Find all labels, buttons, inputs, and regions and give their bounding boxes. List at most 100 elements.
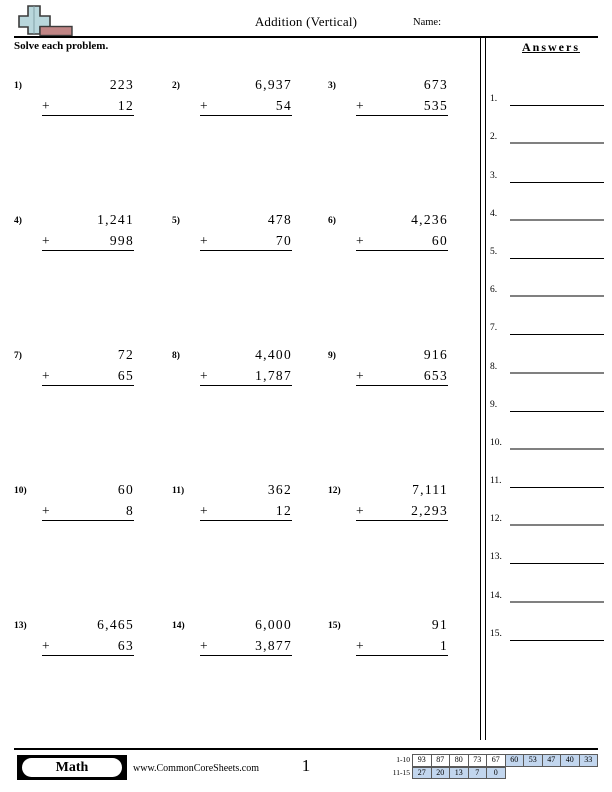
second-addend: 8 [125, 503, 134, 518]
second-addend: 60 [431, 233, 448, 248]
score-cell-empty [523, 767, 543, 780]
plus-operator: + [356, 98, 365, 113]
plus-operator: + [200, 233, 209, 248]
score-cell-empty [542, 767, 562, 780]
vertical-sum: 60 +8 [42, 479, 134, 521]
problem-number: 14) [172, 621, 185, 631]
vertical-sum: 478 +70 [200, 209, 292, 251]
second-addend-row: +3,877 [200, 635, 292, 656]
second-addend-row: +998 [42, 230, 134, 251]
answer-item: 2. [490, 106, 608, 145]
vertical-sum: 7,111 +2,293 [356, 479, 448, 521]
vertical-sum: 6,465 +63 [42, 614, 134, 656]
problem-4: 4) 1,241 +998 [14, 209, 164, 269]
first-addend: 916 [423, 347, 448, 362]
second-addend: 1,787 [255, 368, 292, 383]
score-row: 11-15 27 20 13 7 0 [387, 766, 598, 780]
first-addend: 673 [423, 77, 448, 92]
score-cell: 7 [467, 766, 487, 779]
second-addend: 998 [109, 233, 134, 248]
plus-operator: + [356, 503, 365, 518]
answer-item: 9. [490, 374, 608, 412]
answer-blank-line[interactable] [510, 639, 604, 641]
answers-heading: Answers [522, 40, 580, 54]
answer-item: 14. [490, 564, 608, 603]
second-addend: 63 [117, 638, 134, 653]
answer-item: 11. [490, 450, 608, 489]
problem-number: 3) [328, 81, 336, 91]
answer-number: 9. [490, 399, 498, 410]
vertical-sum: 91 +1 [356, 614, 448, 656]
answers-divider-line-outer [480, 38, 481, 740]
instruction-text: Solve each problem. [14, 40, 109, 52]
answer-number: 15. [490, 628, 502, 639]
problem-number: 8) [172, 351, 180, 361]
score-cell: 20 [430, 766, 450, 779]
score-cell: 0 [486, 766, 506, 779]
second-addend-row: +2,293 [356, 500, 448, 521]
answer-item: 10. [490, 412, 608, 450]
answer-number: 11. [490, 476, 502, 487]
vertical-sum: 673 +535 [356, 74, 448, 116]
score-range-label: 11-15 [392, 767, 410, 777]
second-addend-row: +12 [42, 95, 134, 116]
second-addend: 3,877 [255, 638, 292, 653]
vertical-sum: 72 +65 [42, 344, 134, 386]
first-addend: 91 [431, 617, 448, 632]
answer-item: 4. [490, 183, 608, 221]
problem-2: 2) 6,937 +54 [172, 74, 322, 134]
first-addend: 72 [117, 347, 134, 362]
problem-number: 12) [328, 486, 341, 496]
second-addend-row: +653 [356, 365, 448, 386]
second-addend-row: +1 [356, 635, 448, 656]
plus-operator: + [200, 368, 209, 383]
second-addend-row: +54 [200, 95, 292, 116]
first-addend: 6,937 [255, 77, 292, 92]
score-cell: 53 [523, 754, 543, 767]
problem-5: 5) 478 +70 [172, 209, 322, 269]
second-addend: 12 [117, 98, 134, 113]
vertical-sum: 4,400 +1,787 [200, 344, 292, 386]
plus-operator: + [200, 98, 209, 113]
plus-operator: + [42, 98, 51, 113]
plus-operator: + [42, 503, 51, 518]
problem-9: 9) 916 +653 [328, 344, 478, 404]
first-addend: 362 [267, 482, 292, 497]
answer-number: 13. [490, 552, 502, 563]
score-cell-empty [560, 767, 580, 780]
problem-number: 6) [328, 216, 336, 226]
answer-item: 3. [490, 144, 608, 183]
second-addend: 65 [117, 368, 134, 383]
second-addend-row: +8 [42, 500, 134, 521]
answer-item: 5. [490, 221, 608, 259]
problem-row: 13) 6,465 +63 14) 6,000 +3,877 15) 91 +1 [0, 614, 480, 749]
score-cell: 80 [449, 754, 469, 767]
problem-14: 14) 6,000 +3,877 [172, 614, 322, 674]
problem-11: 11) 362 +12 [172, 479, 322, 539]
answer-number: 4. [490, 208, 498, 219]
problem-6: 6) 4,236 +60 [328, 209, 478, 269]
second-addend-row: +1,787 [200, 365, 292, 386]
score-conversion-table: 1-10 93 87 80 73 67 60 53 47 40 33 11-15 27 20 13 7 0 [387, 754, 598, 779]
problem-number: 13) [14, 621, 27, 631]
score-range-label: 1-10 [396, 755, 410, 764]
score-cell: 47 [541, 754, 561, 767]
problem-10: 10) 60 +8 [14, 479, 164, 539]
answer-number: 6. [490, 285, 498, 296]
plus-operator: + [356, 368, 365, 383]
problem-row: 4) 1,241 +998 5) 478 +70 6) 4,236 +60 [0, 209, 480, 344]
problem-8: 8) 4,400 +1,787 [172, 344, 322, 404]
page-title: Addition (Vertical) [254, 14, 358, 29]
problem-number: 5) [172, 216, 180, 226]
vertical-sum: 1,241 +998 [42, 209, 134, 251]
vertical-sum: 916 +653 [356, 344, 448, 386]
answers-panel: Answers 1. 2. 3. 4. 5. 6. 7. 8. 9. 10. 11. 12. 13. 14… [490, 40, 608, 641]
score-cell: 13 [449, 766, 469, 779]
problem-number: 10) [14, 486, 27, 496]
problem-13: 13) 6,465 +63 [14, 614, 164, 674]
second-addend-row: +63 [42, 635, 134, 656]
vertical-sum: 6,000 +3,877 [200, 614, 292, 656]
first-addend: 1,241 [97, 212, 134, 227]
second-addend-row: +535 [356, 95, 448, 116]
second-addend: 12 [275, 503, 292, 518]
